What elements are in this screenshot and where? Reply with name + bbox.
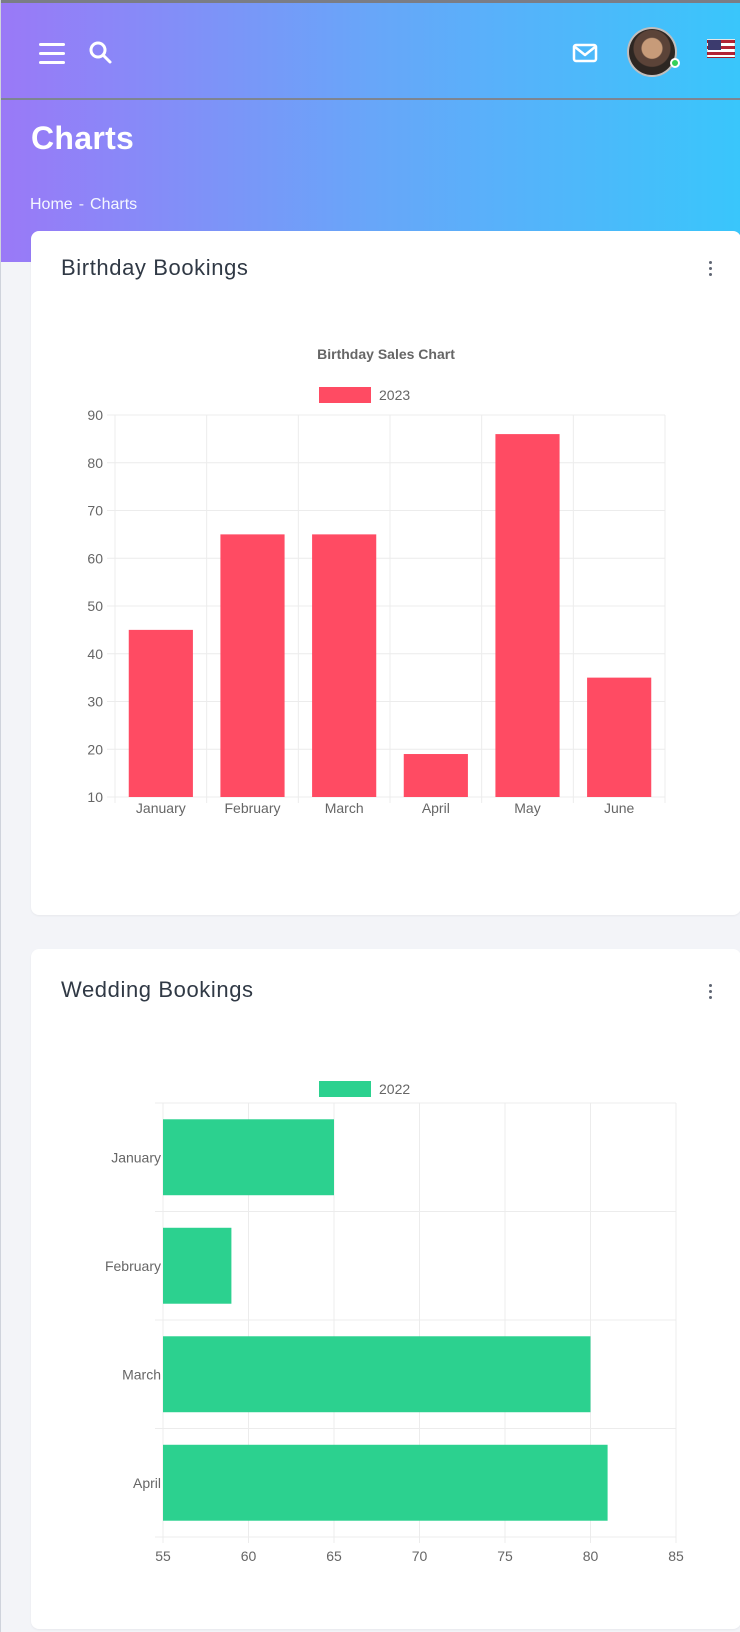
wedding-bookings-card: Wedding Bookings 2022 55 60 65 70 75 80 85 Janua…	[31, 949, 740, 1629]
bar-february	[163, 1227, 232, 1304]
bar-may	[495, 434, 560, 797]
legend-label: 2023	[379, 387, 410, 403]
x-tick-label: 75	[497, 1548, 513, 1564]
bar-june	[587, 677, 652, 797]
online-status-icon	[670, 58, 680, 68]
bar-april	[403, 754, 468, 797]
top-navbar	[1, 0, 740, 100]
chart-title: Birthday Sales Chart	[317, 346, 455, 362]
x-tick-label: 55	[155, 1548, 171, 1564]
x-tick-label: 65	[326, 1548, 342, 1564]
birthday-bar-chart: Birthday Sales Chart 2023 90 80 70 60 50 40 30 20…	[87, 346, 666, 816]
y-tick-label: 60	[87, 550, 103, 566]
breadcrumb-separator: -	[78, 196, 85, 213]
breadcrumb-home[interactable]: Home	[30, 196, 73, 214]
y-tick-label: 30	[87, 694, 103, 710]
x-tick-label: March	[325, 800, 364, 816]
us-flag-icon[interactable]	[707, 39, 735, 58]
breadcrumb-current: Charts	[90, 196, 138, 213]
avatar[interactable]	[627, 27, 677, 77]
x-tick-label: May	[514, 800, 540, 816]
x-tick-label: 70	[412, 1548, 428, 1564]
y-tick-label: 40	[87, 646, 103, 662]
bar-february	[220, 534, 285, 797]
x-tick-label: January	[136, 800, 186, 816]
bar-january	[163, 1119, 334, 1196]
bar-january	[128, 629, 193, 797]
y-tick-label: April	[133, 1475, 161, 1491]
birthday-bookings-card: Birthday Bookings Birthday Sales Chart 20…	[31, 231, 740, 915]
y-tick-label: 20	[87, 741, 103, 757]
breadcrumb: Home - Charts	[30, 196, 137, 214]
x-tick-label: 85	[668, 1548, 684, 1564]
y-tick-label: January	[111, 1149, 161, 1165]
y-tick-label: March	[122, 1366, 161, 1382]
bar-march	[163, 1336, 591, 1413]
y-tick-label: 50	[87, 598, 103, 614]
y-tick-label: 80	[87, 455, 103, 471]
bar-march	[312, 534, 377, 797]
legend-label: 2022	[379, 1081, 410, 1097]
x-tick-label: February	[224, 800, 280, 816]
legend-swatch	[319, 1081, 371, 1097]
search-icon[interactable]	[87, 39, 115, 67]
y-tick-label: 70	[87, 503, 103, 519]
x-tick-label: 60	[241, 1548, 257, 1564]
bar-april	[163, 1444, 608, 1521]
menu-icon[interactable]	[39, 43, 65, 65]
mail-icon[interactable]	[572, 41, 598, 65]
x-tick-label: 80	[583, 1548, 599, 1564]
legend-swatch	[319, 387, 371, 403]
x-tick-label: April	[422, 800, 450, 816]
y-tick-label: 90	[87, 407, 103, 423]
page-title: Charts	[31, 120, 135, 156]
x-tick-label: June	[604, 800, 635, 816]
y-tick-label: 10	[87, 789, 103, 805]
y-tick-label: February	[105, 1258, 161, 1274]
wedding-horizontal-bar-chart: 2022 55 60 65 70 75 80 85 January February March Ap…	[105, 1081, 684, 1564]
